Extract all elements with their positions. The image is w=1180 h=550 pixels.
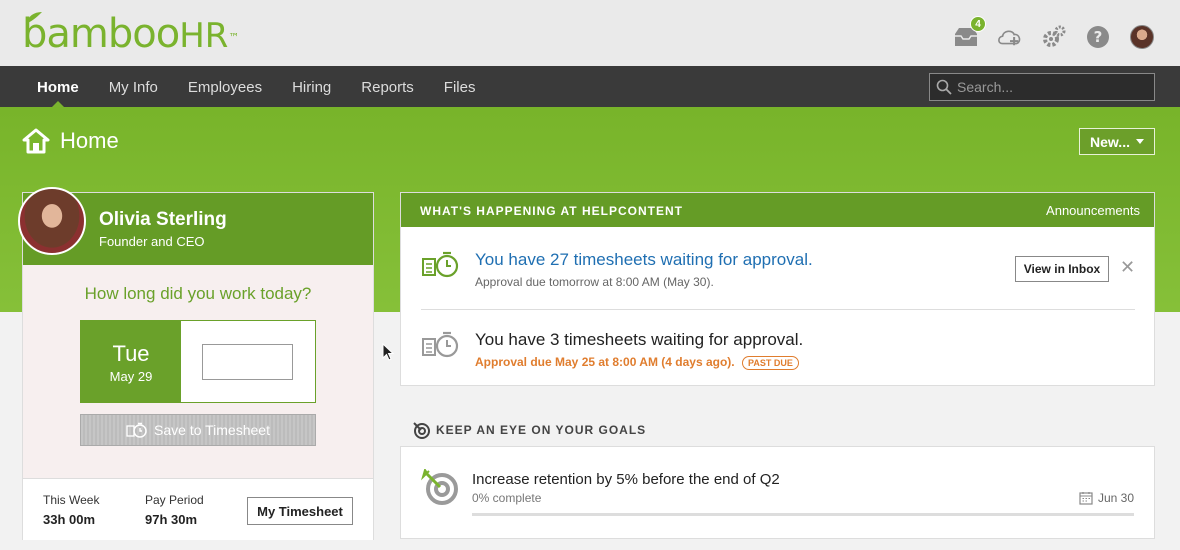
goal-target-icon [421, 469, 458, 505]
profile-role: Founder and CEO [99, 234, 205, 249]
nav-item-employees[interactable]: Employees [173, 66, 277, 107]
pay-period-value: 97h 30m [145, 512, 198, 527]
nav-item-hiring[interactable]: Hiring [277, 66, 346, 107]
whats-happening-panel: WHAT'S HAPPENING AT HELPCONTENT Announce… [400, 192, 1155, 386]
logo-hr-text: HR [179, 16, 229, 56]
avatar [1130, 25, 1154, 49]
day-date: May 29 [109, 369, 153, 384]
this-week-total: This Week 33h 00m [43, 493, 99, 527]
inbox-badge: 4 [970, 16, 986, 32]
logo-trademark: ™ [228, 31, 239, 44]
goal-title[interactable]: Increase retention by 5% before the end … [472, 471, 780, 488]
time-totals: This Week 33h 00m Pay Period 97h 30m My … [23, 478, 373, 540]
settings-button[interactable] [1040, 24, 1068, 50]
notification-subtitle-text: Approval due May 25 at 8:00 AM (4 days a… [475, 355, 735, 369]
announcements-link[interactable]: Announcements [1046, 203, 1140, 218]
day-entry-box: Tue May 29 [80, 320, 316, 403]
help-button[interactable]: ? [1084, 24, 1112, 50]
nav-item-files[interactable]: Files [429, 66, 491, 107]
leaf-icon [26, 12, 42, 24]
whats-happening-header: WHAT'S HAPPENING AT HELPCONTENT Announce… [401, 193, 1154, 227]
svg-text:?: ? [1094, 28, 1103, 46]
nav-item-my-info[interactable]: My Info [94, 66, 173, 107]
profile-name[interactable]: Olivia Sterling [99, 209, 227, 231]
goal-progress-label: 0% complete [472, 491, 542, 505]
goal-due-date: Jun 30 [1079, 491, 1134, 505]
search-input[interactable] [957, 79, 1147, 95]
inbox-button[interactable]: 4 [952, 16, 986, 50]
bamboohr-logo[interactable]: bambooHR™ [22, 12, 239, 58]
day-label: Tue May 29 [81, 321, 181, 402]
upload-button[interactable] [996, 24, 1024, 50]
my-timesheet-button[interactable]: My Timesheet [247, 497, 353, 525]
time-entry-area: How long did you work today? Tue May 29 … [23, 265, 373, 478]
goals-heading-text: KEEP AN EYE ON YOUR GOALS [436, 423, 647, 437]
target-icon [413, 422, 430, 439]
hours-input[interactable] [202, 344, 293, 380]
page-title-text: Home [60, 128, 119, 153]
timesheet-clock-icon [422, 331, 459, 358]
this-week-label: This Week [43, 493, 100, 507]
day-name: Tue [112, 341, 150, 366]
notification-subtitle: Approval due May 25 at 8:00 AM (4 days a… [475, 355, 799, 370]
goals-heading: KEEP AN EYE ON YOUR GOALS [412, 421, 646, 439]
save-to-timesheet-button[interactable]: Save to Timesheet [80, 414, 316, 446]
view-in-inbox-button[interactable]: View in Inbox [1015, 256, 1109, 282]
timesheet-clock-icon [422, 251, 459, 278]
pay-period-total: Pay Period 97h 30m [145, 493, 204, 527]
home-icon [22, 128, 50, 154]
page-title: Home [22, 128, 119, 154]
timesheet-clock-icon [126, 422, 147, 438]
notification-title[interactable]: You have 27 timesheets waiting for appro… [475, 250, 813, 270]
profile-photo[interactable] [18, 187, 86, 255]
notification-title[interactable]: You have 3 timesheets waiting for approv… [475, 330, 803, 350]
time-entry-question: How long did you work today? [84, 284, 312, 303]
gear-icon [1043, 25, 1066, 47]
this-week-value: 33h 00m [43, 512, 96, 527]
past-due-badge: PAST DUE [741, 356, 799, 370]
search-icon [936, 79, 952, 95]
divider [421, 309, 1135, 310]
help-icon: ? [1087, 26, 1109, 48]
new-button[interactable]: New... [1079, 128, 1155, 155]
whats-happening-title: WHAT'S HAPPENING AT HELPCONTENT [420, 204, 683, 218]
calendar-icon [1079, 492, 1093, 505]
nav-item-home[interactable]: Home [22, 66, 94, 107]
save-button-label: Save to Timesheet [154, 422, 270, 438]
cloud-upload-icon [998, 30, 1021, 46]
top-bar: bambooHR™ 4 ? [0, 0, 1180, 66]
new-button-label: New... [1090, 133, 1130, 150]
main-nav: Home My Info Employees Hiring Reports Fi… [0, 66, 1180, 107]
search-box [929, 73, 1155, 101]
goal-card[interactable]: Increase retention by 5% before the end … [400, 446, 1155, 539]
notification-subtitle: Approval due tomorrow at 8:00 AM (May 30… [475, 275, 714, 289]
pay-period-label: Pay Period [145, 493, 204, 507]
account-button[interactable] [1128, 24, 1156, 50]
nav-item-reports[interactable]: Reports [346, 66, 429, 107]
goal-progress-bar [472, 513, 1134, 516]
close-icon[interactable]: ✕ [1120, 257, 1135, 278]
caret-down-icon [1135, 139, 1144, 144]
goal-due-text: Jun 30 [1097, 491, 1134, 505]
mouse-cursor-icon [382, 343, 394, 361]
